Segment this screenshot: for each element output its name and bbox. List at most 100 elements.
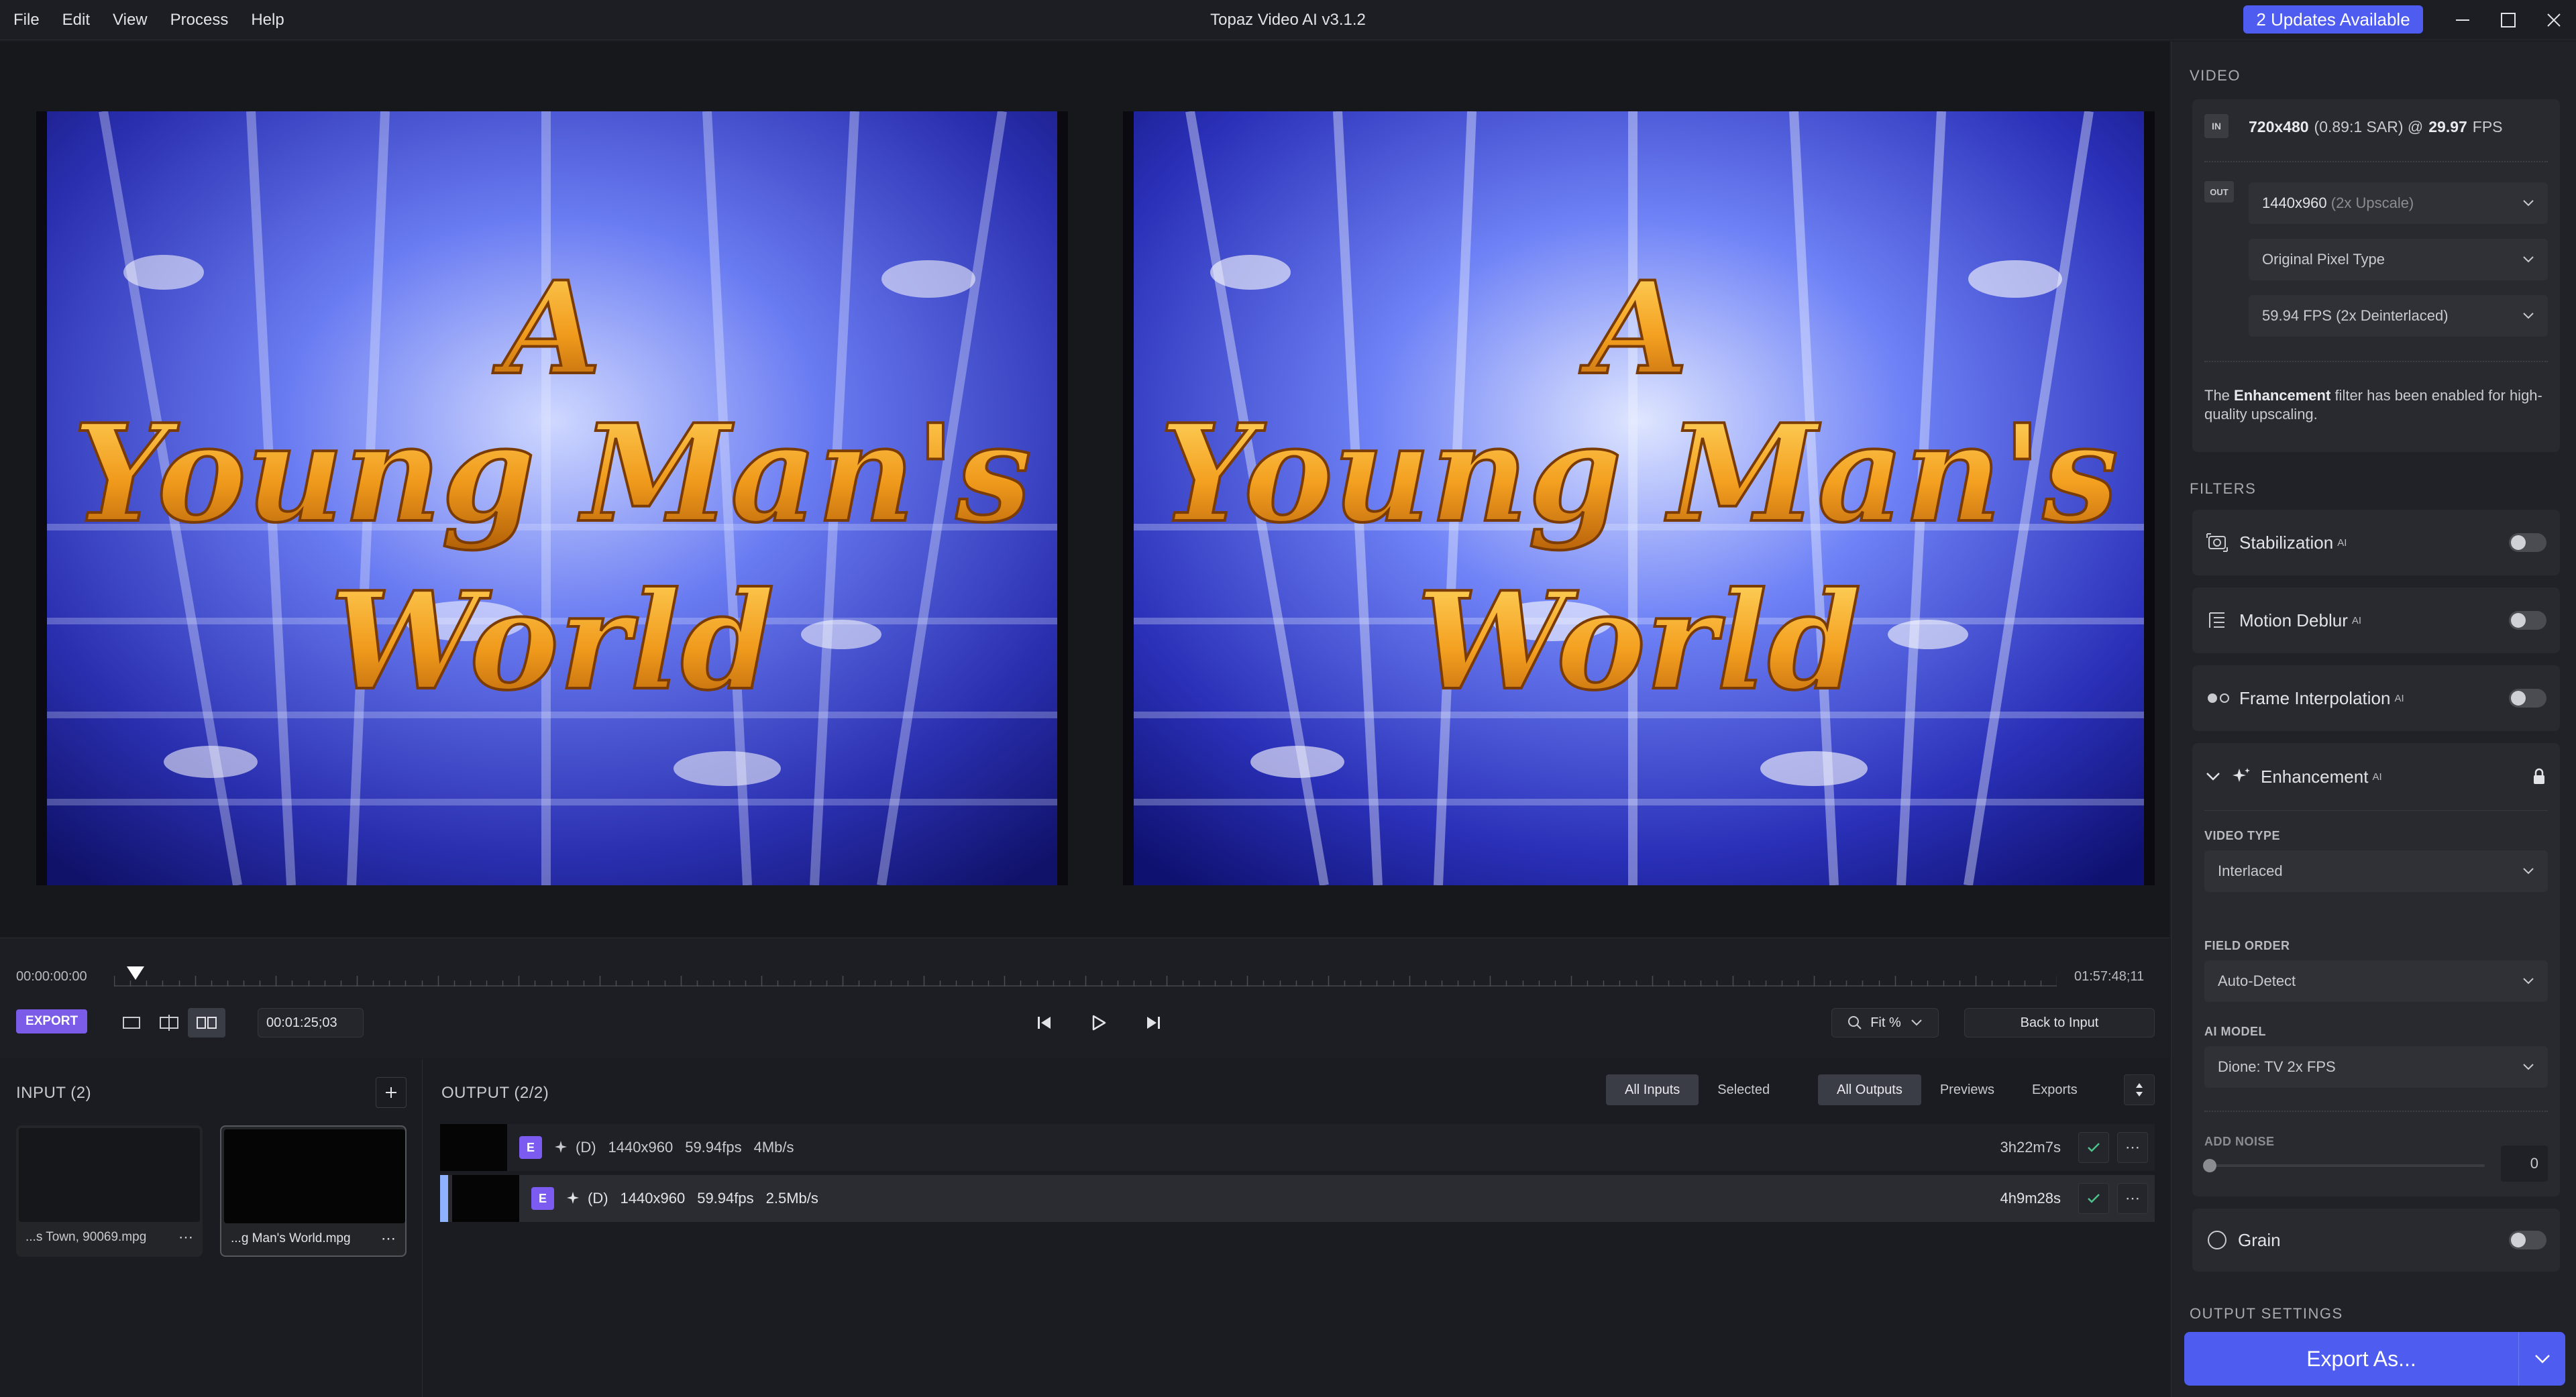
split-view-button[interactable] — [150, 1008, 188, 1038]
close-button[interactable] — [2530, 0, 2576, 40]
chevron-down-icon — [2206, 773, 2220, 781]
tab-exports[interactable]: Exports — [2013, 1074, 2096, 1105]
tab-all-inputs[interactable]: All Inputs — [1606, 1074, 1699, 1105]
pixel-type-select[interactable]: Original Pixel Type — [2249, 239, 2548, 280]
menu-file[interactable]: File — [13, 11, 40, 30]
in-tag: IN — [2204, 114, 2229, 138]
zoom-select[interactable]: Fit % — [1831, 1008, 1939, 1038]
menu-edit[interactable]: Edit — [62, 11, 90, 30]
output-fps: 59.94fps — [697, 1190, 754, 1207]
playhead-handle[interactable] — [125, 964, 146, 984]
stabilization-icon — [2206, 533, 2228, 552]
single-view-button[interactable] — [113, 1008, 150, 1038]
tab-selected[interactable]: Selected — [1699, 1074, 1788, 1105]
output-time-estimate: 3h22m7s — [2000, 1139, 2061, 1156]
output-row[interactable]: E (D) 1440x960 59.94fps 4Mb/s 3h22m7s ⋯ — [440, 1124, 2155, 1171]
check-icon — [2088, 1194, 2100, 1203]
ai-tag: AI — [2337, 537, 2347, 549]
previous-frame-icon — [1038, 1017, 1051, 1029]
frame-rate-value: 59.94 FPS (2x Deinterlaced) — [2262, 307, 2449, 324]
filter-frame-interpolation[interactable]: Frame Interpolation AI — [2192, 665, 2560, 731]
previous-frame-button[interactable] — [1026, 1008, 1064, 1038]
field-order-value: Auto-Detect — [2218, 972, 2296, 989]
updates-available-button[interactable]: 2 Updates Available — [2243, 5, 2423, 34]
maximize-button[interactable] — [2485, 0, 2532, 40]
export-options-button[interactable] — [2518, 1332, 2565, 1386]
input-preview: A Young Man's World — [36, 111, 1068, 885]
back-to-input-button[interactable]: Back to Input — [1964, 1008, 2155, 1038]
more-options-button[interactable]: ⋯ — [2117, 1183, 2148, 1214]
output-panel-title: OUTPUT (2/2) — [441, 1084, 549, 1102]
preview-title-line1: A — [492, 254, 601, 403]
ai-tag: AI — [2372, 771, 2382, 783]
output-fps: 59.94fps — [685, 1139, 742, 1156]
add-input-button[interactable] — [376, 1077, 407, 1108]
input-item-selected[interactable]: ...g Man's World.mpg ⋯ — [220, 1125, 407, 1257]
frame-rate-select[interactable]: 59.94 FPS (2x Deinterlaced) — [2249, 295, 2548, 337]
output-resolution-value: 1440x960 — [2262, 194, 2327, 211]
menu-bar: File Edit View Process Help — [13, 0, 307, 40]
more-options-icon[interactable]: ⋯ — [178, 1229, 193, 1246]
export-as-button[interactable]: Export As... — [2184, 1332, 2565, 1386]
output-model: (D) — [588, 1190, 608, 1207]
grain-toggle[interactable] — [2509, 1231, 2546, 1249]
menu-process[interactable]: Process — [170, 11, 229, 30]
add-noise-value[interactable]: 0 — [2501, 1145, 2548, 1182]
tab-previews[interactable]: Previews — [1921, 1074, 2013, 1105]
menu-help[interactable]: Help — [251, 11, 284, 30]
ai-tag: AI — [2351, 614, 2362, 626]
more-options-button[interactable]: ⋯ — [2117, 1132, 2148, 1163]
enhancement-header[interactable]: Enhancement AI — [2206, 743, 2546, 810]
sort-button[interactable] — [2124, 1074, 2155, 1105]
single-view-icon — [123, 1017, 140, 1029]
output-row-selected[interactable]: E (D) 1440x960 59.94fps 2.5Mb/s 4h9m28s … — [440, 1175, 2155, 1222]
add-noise-slider[interactable] — [2207, 1164, 2485, 1167]
tab-all-outputs[interactable]: All Outputs — [1818, 1074, 1921, 1105]
more-options-icon[interactable]: ⋯ — [381, 1230, 396, 1247]
play-button[interactable] — [1080, 1008, 1118, 1038]
filter-stabilization[interactable]: Stabilization AI — [2192, 510, 2560, 575]
output-video-frame: A Young Man's World — [1123, 111, 2155, 885]
sort-icon — [2136, 1083, 2143, 1097]
checkmark-button[interactable] — [2078, 1183, 2109, 1214]
field-order-select[interactable]: Auto-Detect — [2204, 960, 2548, 1002]
lock-icon — [2534, 768, 2544, 784]
input-item[interactable]: ...s Town, 90069.mpg ⋯ — [16, 1125, 203, 1257]
sparkle-icon — [555, 1141, 567, 1153]
output-panel: OUTPUT (2/2) All Inputs Selected All Out… — [424, 1060, 2169, 1397]
video-type-select[interactable]: Interlaced — [2204, 850, 2548, 892]
filter-name: Motion Deblur — [2239, 610, 2348, 630]
next-frame-button[interactable] — [1134, 1008, 1171, 1038]
app-title: Topaz Video AI v3.1.2 — [1210, 11, 1366, 29]
input-fps: 29.97 — [2428, 118, 2467, 135]
side-by-side-view-button[interactable] — [188, 1008, 225, 1038]
output-title-line1: A — [1579, 254, 1688, 403]
menu-view[interactable]: View — [113, 11, 148, 30]
export-mode-badge[interactable]: EXPORT — [16, 1009, 87, 1033]
checkmark-button[interactable] — [2078, 1132, 2109, 1163]
divider — [2204, 1111, 2548, 1112]
title-bar: Topaz Video AI v3.1.2 File Edit View Pro… — [0, 0, 2576, 40]
stabilization-toggle[interactable] — [2509, 533, 2546, 552]
minimize-icon — [2456, 19, 2469, 21]
grain-icon — [2208, 1231, 2226, 1249]
enhancement-badge: E — [531, 1187, 554, 1210]
output-resolution-select[interactable]: 1440x960 (2x Upscale) — [2249, 182, 2548, 224]
ai-model-select[interactable]: Dione: TV 2x FPS — [2204, 1046, 2548, 1088]
sparkle-icon — [2233, 768, 2250, 782]
filter-motion-deblur[interactable]: Motion Deblur AI — [2192, 588, 2560, 653]
play-icon — [1092, 1015, 1106, 1031]
filter-grain[interactable]: Grain — [2192, 1209, 2560, 1272]
add-noise-slider-handle[interactable] — [2203, 1159, 2216, 1172]
output-title-line2: Young Man's — [1159, 395, 2118, 553]
frame-interpolation-toggle[interactable] — [2509, 689, 2546, 708]
timeline-panel: 00:00:00:00 01:57:48;11 EXPORT 00:01:25;… — [0, 938, 2169, 1058]
current-time-field[interactable]: 00:01:25;03 — [258, 1008, 364, 1038]
video-section-label: VIDEO — [2190, 67, 2241, 84]
motion-deblur-toggle[interactable] — [2509, 611, 2546, 630]
input-panel-title: INPUT (2) — [16, 1084, 92, 1102]
minimize-button[interactable] — [2439, 0, 2486, 40]
plus-icon — [386, 1087, 396, 1098]
input-item-name: ...s Town, 90069.mpg — [25, 1230, 147, 1244]
motion-deblur-icon — [2209, 612, 2224, 628]
